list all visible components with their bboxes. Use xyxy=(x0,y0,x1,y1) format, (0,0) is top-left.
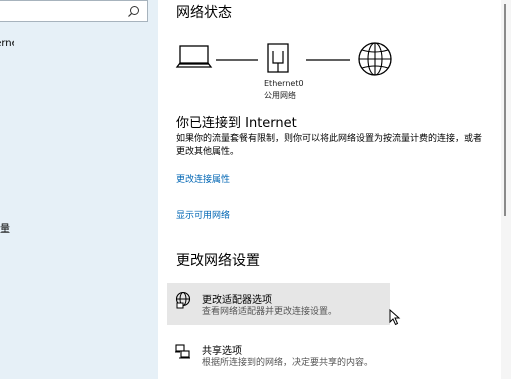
ethernet-icon xyxy=(267,43,289,73)
option-description: 查看网络适配器并更改连接设置。 xyxy=(202,307,338,317)
change-network-settings-title: 更改网络设置 xyxy=(176,253,260,269)
page-title: 网络状态 xyxy=(176,5,232,21)
network-diagram xyxy=(175,42,392,76)
search-icon[interactable] xyxy=(127,5,140,18)
globe-icon xyxy=(358,42,392,76)
main-content: 网络状态 Ethernet0 公用网络 你已连接到 Internet 如果你的流… xyxy=(158,0,501,379)
connection-status-description: 如果你的流量套餐有限制，则你可以将此网络设置为按流量计费的连接，或者更改其他属性… xyxy=(176,134,483,157)
sidebar-item-label: Internet xyxy=(0,38,14,49)
sharing-options-button[interactable]: 共享选项 根据所连接到的网络，决定要共享的内容。 xyxy=(167,334,390,376)
search-input[interactable] xyxy=(0,0,148,22)
sidebar: Internet 数据使用量 xyxy=(0,0,158,379)
scrollbar-thumb[interactable] xyxy=(504,4,506,216)
change-connection-properties-link[interactable]: 更改连接属性 xyxy=(176,172,230,185)
sidebar-item-label: 数据使用量 xyxy=(0,224,10,235)
change-adapter-options-button[interactable]: 更改适配器选项 查看网络适配器并更改连接设置。 xyxy=(167,283,390,325)
mouse-cursor-icon xyxy=(389,309,401,326)
computer-icon xyxy=(175,45,213,68)
adapter-name: Ethernet0 xyxy=(264,79,304,88)
connection-status-heading: 你已连接到 Internet xyxy=(176,116,297,131)
sidebar-item-internet[interactable]: Internet xyxy=(0,38,14,49)
option-description: 根据所连接到的网络，决定要共享的内容。 xyxy=(202,358,374,368)
sharing-icon xyxy=(175,344,190,359)
adapter-globe-icon xyxy=(175,291,191,309)
sidebar-item-data-usage[interactable]: 数据使用量 xyxy=(0,220,14,235)
show-available-networks-link[interactable]: 显示可用网络 xyxy=(176,208,230,221)
network-type: 公用网络 xyxy=(264,91,296,100)
scrollbar[interactable] xyxy=(501,0,511,379)
